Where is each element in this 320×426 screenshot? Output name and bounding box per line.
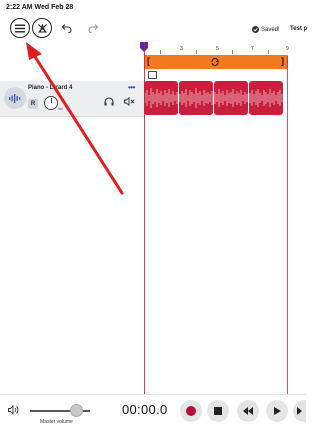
- stop-icon: [214, 407, 222, 415]
- master-volume-label: Master volume: [40, 419, 73, 425]
- transport-bar: Master volume 00:00.0: [0, 394, 306, 426]
- record-icon: [186, 406, 196, 416]
- stop-button[interactable]: [207, 400, 229, 422]
- annotation-arrow: [26, 42, 124, 195]
- rewind-button[interactable]: [237, 400, 259, 422]
- rewind-icon: [243, 407, 253, 415]
- play-button[interactable]: [266, 400, 288, 422]
- volume-icon: [8, 405, 19, 415]
- forward-icon: [296, 407, 302, 415]
- play-icon: [274, 407, 281, 415]
- record-button[interactable]: [180, 400, 202, 422]
- time-display: 00:00.0: [122, 402, 168, 417]
- forward-button[interactable]: [293, 400, 306, 422]
- app-root: 2:22 AM Wed Feb 28 Saved! Test p Piano -…: [0, 0, 307, 426]
- master-volume-thumb[interactable]: [70, 404, 83, 417]
